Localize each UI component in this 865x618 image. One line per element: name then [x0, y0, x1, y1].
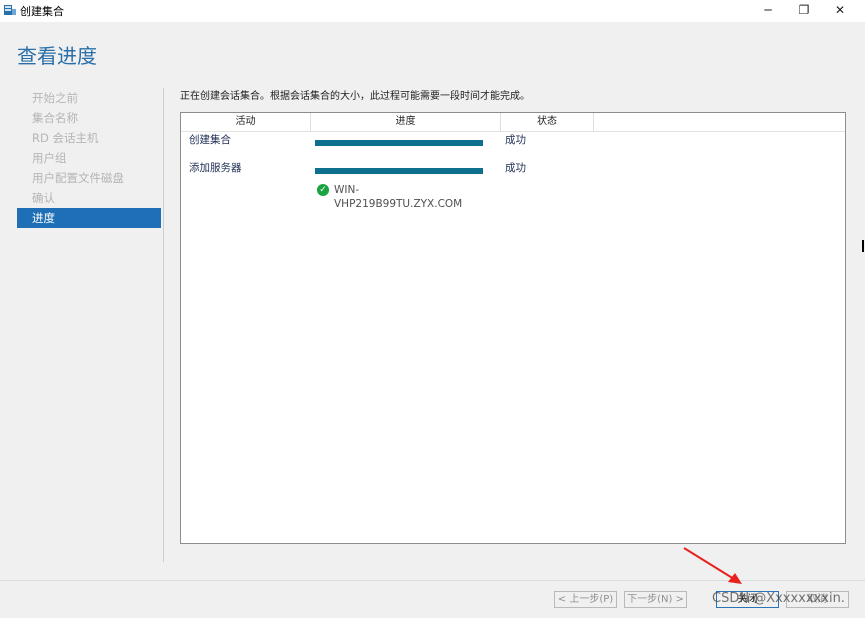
status-cell: 成功 — [505, 162, 526, 174]
title-bar: 创建集合 ─ ❐ ✕ — [0, 0, 865, 22]
status-cell: 成功 — [505, 134, 526, 146]
watermark: CSDN @Xxxxxxxxin. — [712, 591, 845, 606]
mouse-cursor — [862, 240, 864, 252]
table-header: 活动 进度 状态 — [181, 113, 845, 132]
intro-text: 正在创建会话集合。根据会话集合的大小，此过程可能需要一段时间才能完成。 — [180, 91, 530, 102]
annotation-arrow-icon — [683, 547, 742, 584]
column-header-status[interactable]: 状态 — [501, 113, 594, 131]
nav-item-progress[interactable]: 进度 — [17, 208, 161, 228]
server-name-line: VHP219B99TU.ZYX.COM — [334, 198, 463, 210]
success-check-icon: ✓ — [317, 184, 329, 196]
nav-divider — [163, 88, 164, 562]
nav-item-collection-name[interactable]: 集合名称 — [17, 108, 161, 128]
close-icon: ✕ — [834, 3, 846, 17]
close-window-button[interactable]: ✕ — [822, 0, 858, 22]
activity-cell: 创建集合 — [189, 134, 231, 146]
wizard-nav: 开始之前 集合名称 RD 会话主机 用户组 用户配置文件磁盘 确认 进度 — [17, 88, 161, 228]
progress-table: 活动 进度 状态 创建集合 成功 添加服务器 成功 ✓ WIN- VHP219B… — [180, 112, 846, 544]
previous-button[interactable]: < 上一步(P) — [554, 591, 617, 608]
column-header-progress[interactable]: 进度 — [311, 113, 501, 131]
column-header-activity[interactable]: 活动 — [181, 113, 311, 131]
window-title: 创建集合 — [20, 5, 64, 18]
nav-item-rd-session-host[interactable]: RD 会话主机 — [17, 128, 161, 148]
page-title: 查看进度 — [17, 44, 97, 68]
nav-item-confirmation[interactable]: 确认 — [17, 188, 161, 208]
progress-bar — [315, 140, 483, 146]
server-manager-icon — [4, 5, 16, 15]
restore-button[interactable]: ❐ — [786, 0, 822, 22]
minimize-button[interactable]: ─ — [750, 0, 786, 22]
next-button[interactable]: 下一步(N) > — [624, 591, 687, 608]
restore-icon: ❐ — [798, 3, 810, 17]
nav-item-user-profile-disks[interactable]: 用户配置文件磁盘 — [17, 168, 161, 188]
progress-bar — [315, 168, 483, 174]
nav-item-user-groups[interactable]: 用户组 — [17, 148, 161, 168]
server-name: WIN- VHP219B99TU.ZYX.COM — [334, 183, 504, 211]
nav-item-before-you-begin[interactable]: 开始之前 — [17, 88, 161, 108]
activity-cell: 添加服务器 — [189, 162, 242, 174]
minimize-icon: ─ — [764, 3, 772, 17]
server-name-line: WIN- — [334, 184, 360, 196]
